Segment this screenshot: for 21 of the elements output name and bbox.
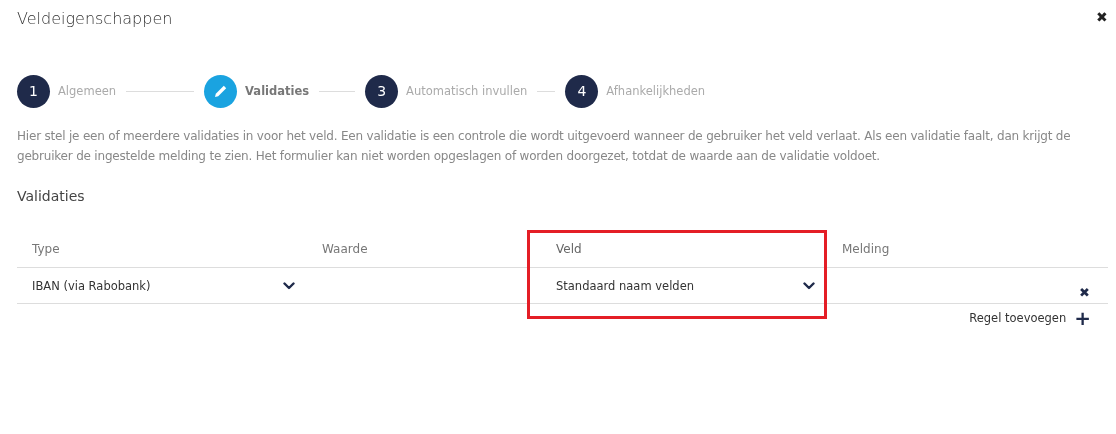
dropdown-value: Standaard naam velden <box>556 278 694 293</box>
column-header: Waarde <box>307 230 527 268</box>
type-dropdown[interactable]: IBAN (via Rabobank) <box>17 268 307 304</box>
add-row-button[interactable]: Regel toevoegen + <box>969 308 1108 328</box>
close-button[interactable]: ✖ <box>1096 9 1108 25</box>
field-dropdown[interactable]: Standaard naam velden <box>527 268 827 304</box>
step-label[interactable]: Validaties <box>245 84 310 98</box>
chevron-down-icon <box>283 281 295 290</box>
column-header: Melding <box>827 230 1108 268</box>
plus-icon: + <box>1074 308 1091 328</box>
section-title: Validaties <box>17 188 86 206</box>
step-number[interactable]: 1 <box>17 74 50 108</box>
pencil-icon[interactable] <box>204 74 238 108</box>
chevron-down-icon <box>803 281 815 290</box>
description-text: Hier stel je een of meerdere validaties in voor het veld. Een validatie is een controle die wordt uitgevoerd wanneer de gebruiker het veld verlaat. Als een validatie faalt, dan krijgt de gebruiker de ingestelde melding te zien. Het formulier kan niet worden opgeslagen of worden doorgezet, totdat de waarde aan de validatie voldoet. <box>17 128 1072 165</box>
dropdown-value: IBAN (via Rabobank) <box>32 278 151 293</box>
column-header: Veld <box>527 230 827 268</box>
column-header: Type <box>17 230 307 268</box>
step-number[interactable]: 4 <box>565 74 599 108</box>
dialog-title: Veldeigenschappen <box>17 9 173 28</box>
step-number[interactable]: 3 <box>365 74 399 108</box>
